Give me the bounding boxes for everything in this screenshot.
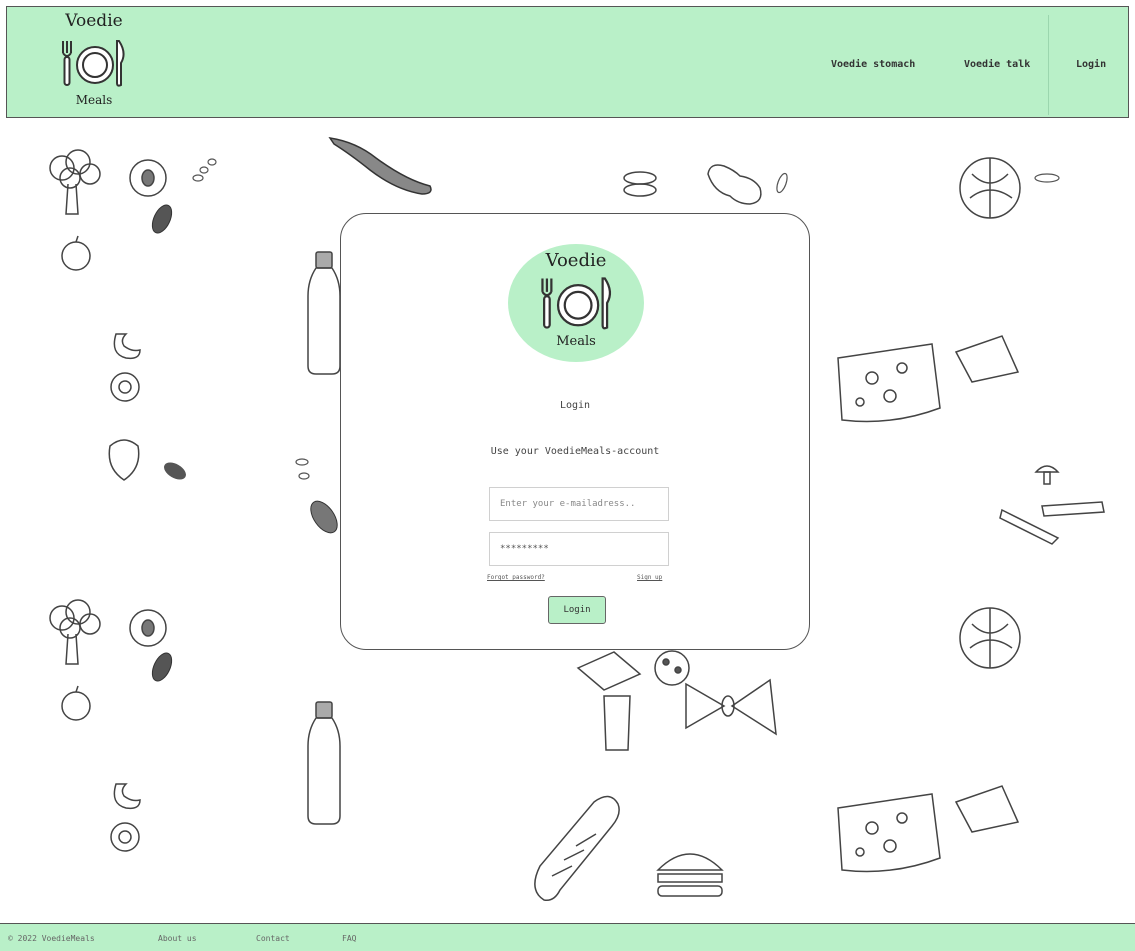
salmon-sketch <box>576 651 642 691</box>
site-header: Voedie Meals Voedie stomach Voedie talk … <box>6 6 1129 118</box>
mushroom-sketch <box>1034 465 1060 485</box>
login-card: Voedie Meals Login Use your VoedieMeals-… <box>340 213 810 650</box>
password-input[interactable] <box>489 532 669 566</box>
sign-up-link[interactable]: Sign up <box>637 574 662 581</box>
pepper-sketch <box>328 136 432 195</box>
almond-sketch <box>151 204 173 234</box>
cheese-sketch <box>837 343 941 423</box>
nav-divider <box>1048 15 1049 115</box>
fruit-half-sketch <box>129 159 167 197</box>
broccoli-sketch <box>49 149 101 215</box>
milk-bottle-sketch <box>307 251 341 375</box>
brand-name-top: Voedie <box>65 11 123 31</box>
brand-logo[interactable]: Voedie Meals <box>53 7 135 115</box>
milk-bottle-sketch-2 <box>307 701 341 825</box>
cheese-sketch-2 <box>837 793 941 873</box>
footer-faq-link[interactable]: FAQ <box>342 934 356 943</box>
copyright-text: © 2022 VoedieMeals <box>8 934 95 943</box>
login-button[interactable]: Login <box>548 596 606 624</box>
almond-sketch-3 <box>151 652 173 682</box>
card-logo: Voedie Meals <box>508 244 644 362</box>
cashew-sketch <box>113 333 141 360</box>
apple-sketch <box>61 235 91 271</box>
footer-about-link[interactable]: About us <box>158 934 197 943</box>
login-subtitle: Use your VoedieMeals-account <box>490 446 660 457</box>
seed-sketch <box>776 172 788 194</box>
macaron-sketch <box>623 171 657 197</box>
sunflower-seed-sketch <box>310 500 338 534</box>
seeds-sketch <box>192 158 217 182</box>
email-input[interactable] <box>489 487 669 521</box>
card-brand-top: Voedie <box>545 250 607 271</box>
nav-voedie-talk[interactable]: Voedie talk <box>964 59 1030 70</box>
seed-sketch-2 <box>1034 173 1060 183</box>
strawberry-sketch <box>108 439 140 481</box>
site-footer: © 2022 VoedieMeals About us Contact FAQ <box>0 923 1135 951</box>
nav-login[interactable]: Login <box>1076 59 1106 70</box>
broccoli-sketch-2 <box>49 599 101 665</box>
burger-sketch <box>656 853 724 897</box>
bread-sketch <box>534 795 620 902</box>
brand-name-bottom: Meals <box>75 93 113 107</box>
tortellini-sketch <box>110 372 140 402</box>
peanut-sketch <box>707 164 762 205</box>
glass-sketch <box>603 695 631 751</box>
fork-plate-knife-icon <box>541 277 612 330</box>
fork-plate-knife-icon <box>62 40 125 87</box>
penne-sketch <box>999 501 1105 545</box>
forgot-password-link[interactable]: Forgot password? <box>487 574 545 581</box>
almond-sketch-2 <box>164 462 186 480</box>
fruit-half-sketch-2 <box>129 609 167 647</box>
card-brand-bottom: Meals <box>556 334 596 349</box>
seeds-sketch-2 <box>295 458 310 480</box>
footer-contact-link[interactable]: Contact <box>256 934 290 943</box>
login-title: Login <box>559 400 591 411</box>
apple-sketch-2 <box>61 685 91 721</box>
cabbage-sketch-2 <box>959 607 1021 669</box>
cheese-slice-sketch-2 <box>954 785 1020 833</box>
cheese-slice-sketch <box>954 335 1020 383</box>
farfalle-sketch <box>685 678 777 736</box>
nav-voedie-stomach[interactable]: Voedie stomach <box>831 59 915 70</box>
cabbage-sketch <box>959 157 1021 219</box>
cashew-sketch-2 <box>113 783 141 810</box>
tortellini-sketch-2 <box>110 822 140 852</box>
